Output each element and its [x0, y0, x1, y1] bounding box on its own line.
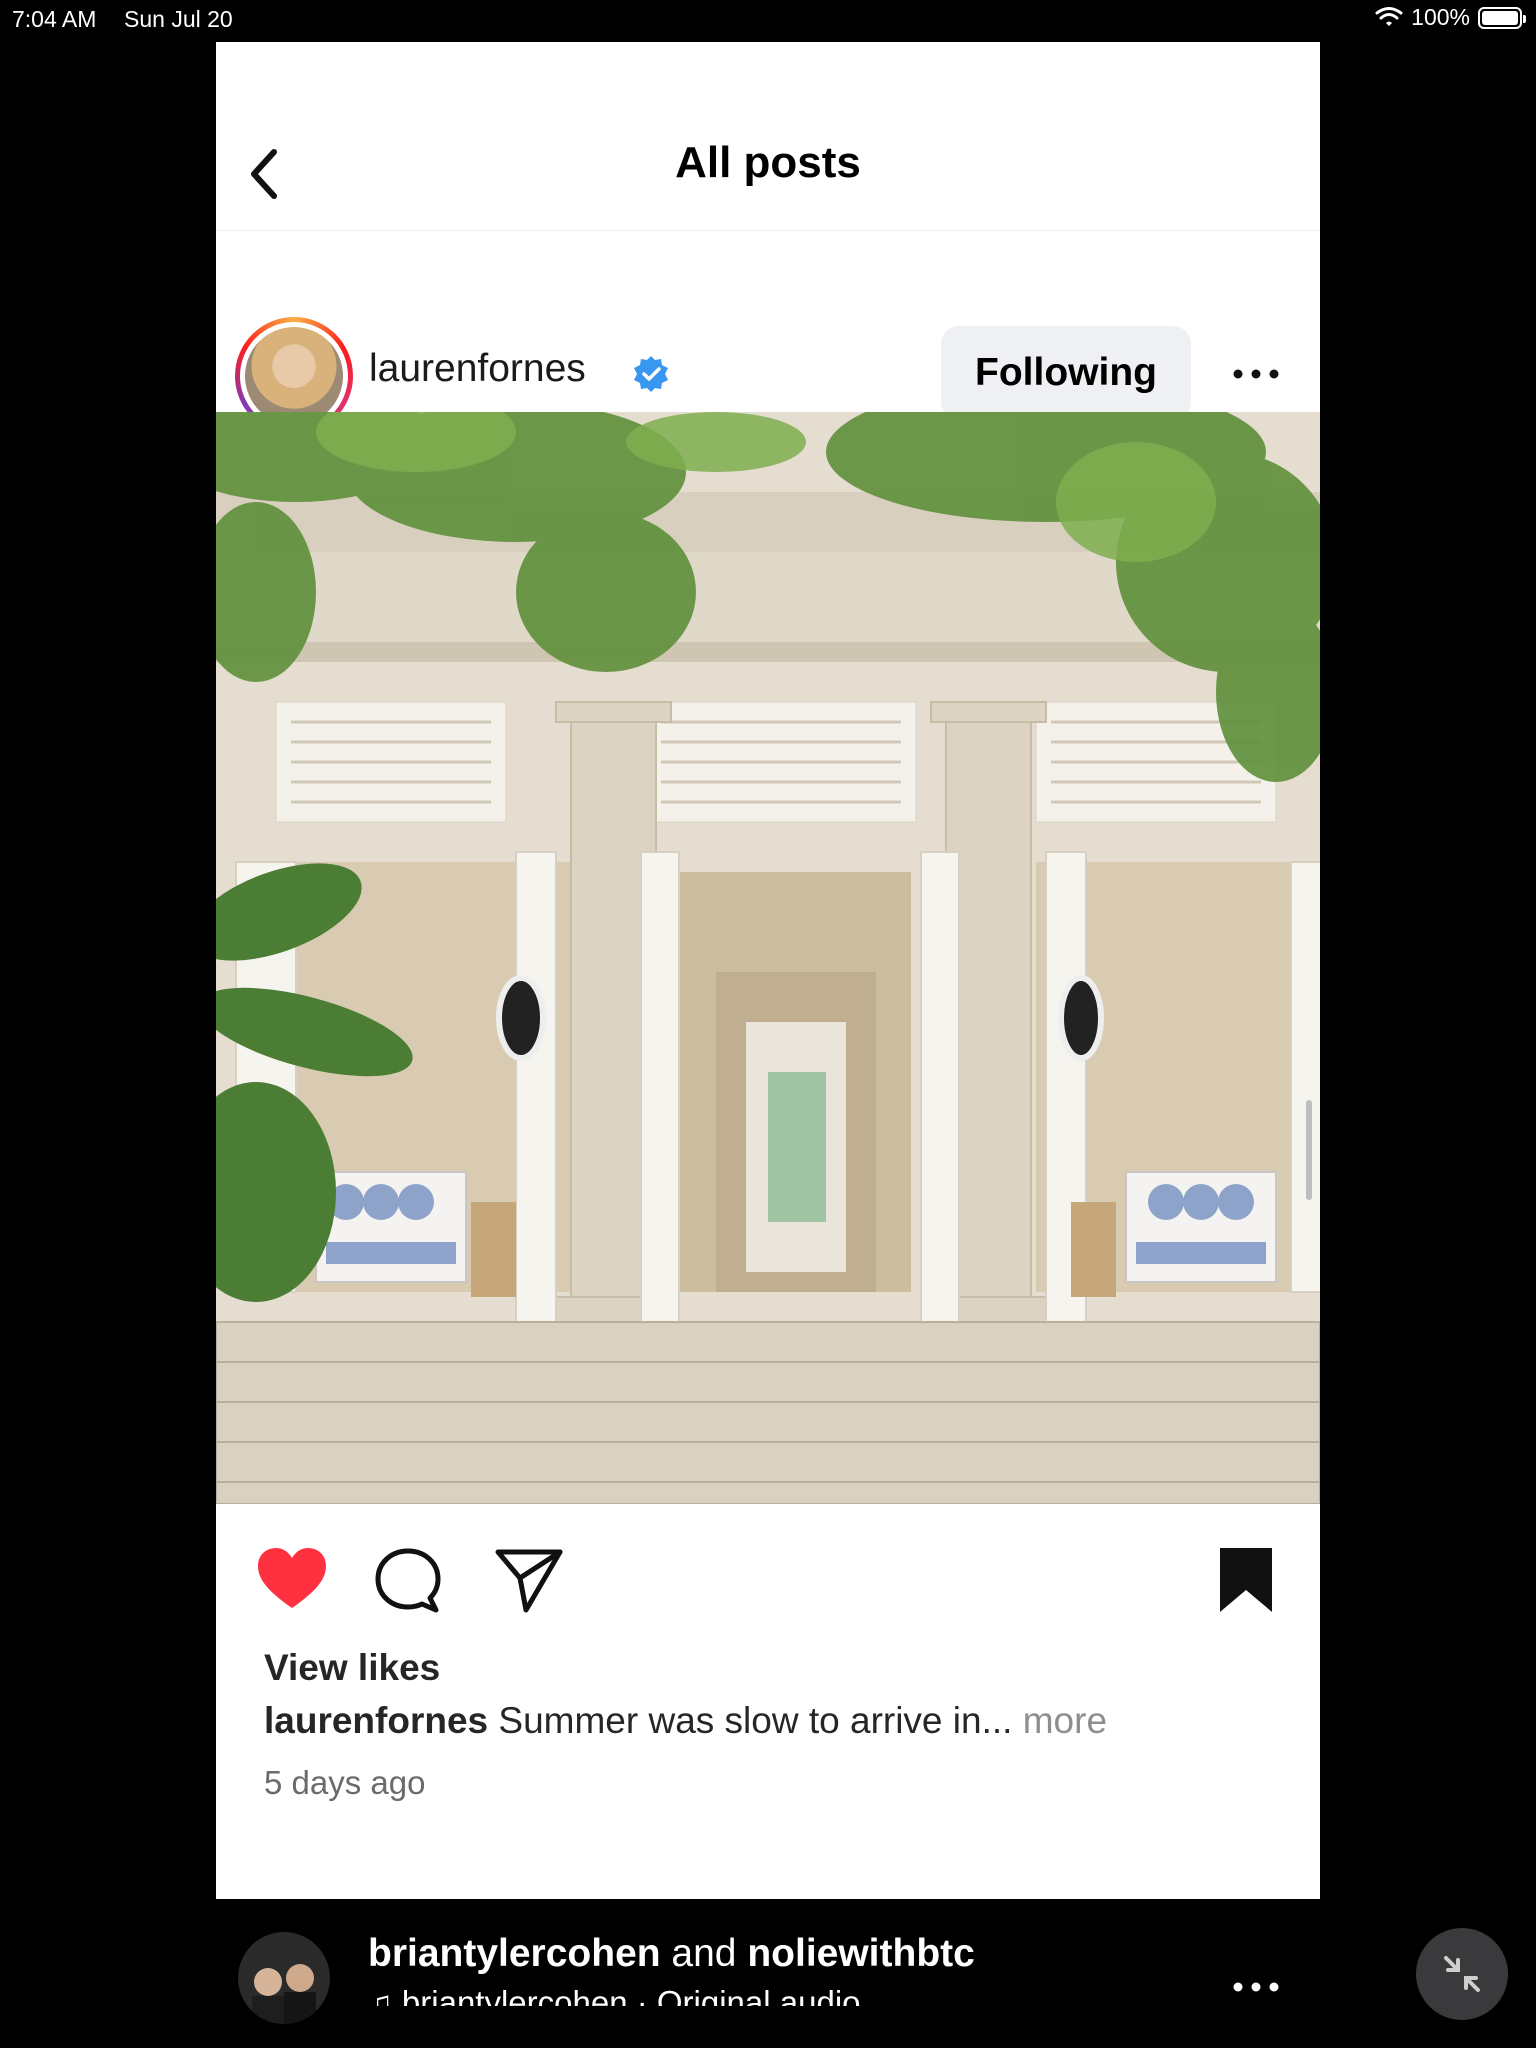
status-bar: 7:04 AM Sun Jul 20 100% [0, 0, 1536, 36]
status-time: 7:04 AM [12, 6, 97, 32]
music-note-icon: ♫ [368, 1984, 393, 2006]
post-username[interactable]: laurenfornes [369, 347, 586, 391]
post-caption: laurenfornes Summer was slow to arrive i… [264, 1700, 1107, 1742]
post-photo-illustration [216, 412, 1320, 1504]
battery-icon [1478, 6, 1526, 29]
nav-bar: All posts [216, 42, 1320, 231]
collapse-arrows-icon [1444, 1956, 1480, 1992]
comment-icon[interactable] [370, 1542, 446, 1618]
post-actions [216, 1542, 1320, 1622]
following-button[interactable]: Following [941, 326, 1191, 420]
next-post-user2[interactable]: noliewithbtc [747, 1932, 975, 1975]
next-post-audio[interactable]: ♫ briantylercohen · Original audio [368, 1984, 861, 2006]
bookmark-icon[interactable] [1208, 1542, 1284, 1618]
wifi-icon [1375, 6, 1403, 26]
avatar-image [245, 327, 343, 425]
next-post-users: briantylercohen and noliewithbtc [368, 1932, 975, 1976]
next-post-more-icon[interactable] [1226, 1965, 1286, 2009]
status-right: 100% [1375, 4, 1526, 31]
minimize-button[interactable] [1416, 1928, 1508, 2020]
next-post-audio-label: briantylercohen · Original audio [401, 1984, 861, 2006]
verified-badge-icon [634, 356, 668, 392]
caption-more-link[interactable]: more [1023, 1700, 1107, 1741]
battery-percent: 100% [1411, 4, 1470, 30]
posts-card: All posts laurenfornes Following View li… [216, 42, 1320, 1899]
status-date: Sun Jul 20 [124, 6, 233, 32]
caption-username[interactable]: laurenfornes [264, 1700, 488, 1741]
view-likes-link[interactable]: View likes [264, 1647, 440, 1689]
share-icon[interactable] [490, 1542, 566, 1618]
next-post-and: and [671, 1932, 737, 1975]
next-post-user1[interactable]: briantylercohen [368, 1932, 661, 1975]
caption-text: Summer was slow to arrive in... [498, 1700, 1013, 1741]
next-post-avatar[interactable] [238, 1932, 330, 2024]
scrollbar[interactable] [1306, 1100, 1312, 1200]
page-title: All posts [675, 138, 861, 187]
post-image[interactable] [216, 412, 1320, 1504]
next-post-header: briantylercohen and noliewithbtc ♫ brian… [216, 1900, 1320, 2048]
more-options-icon[interactable] [1226, 352, 1286, 396]
like-heart-icon[interactable] [254, 1542, 330, 1618]
post-timestamp: 5 days ago [264, 1764, 426, 1801]
